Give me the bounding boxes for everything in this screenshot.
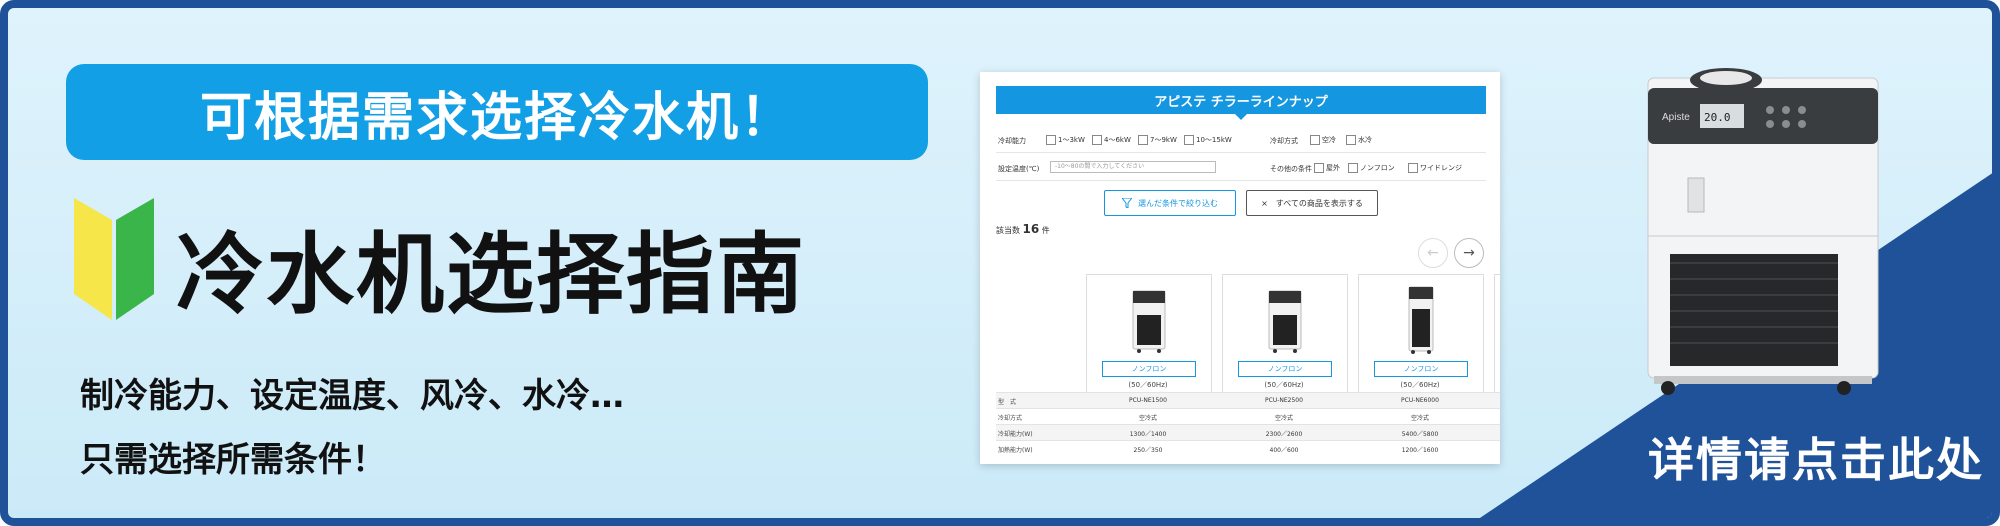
checkbox[interactable] xyxy=(1408,163,1418,173)
capacity-label: 冷却能力 xyxy=(998,137,1026,145)
filter-button-label: 選んだ条件で絞り込む xyxy=(1138,198,1218,208)
filter-icon xyxy=(1122,198,1132,208)
capacity-option[interactable]: 10～15kW xyxy=(1184,135,1232,145)
checkbox[interactable] xyxy=(1138,135,1148,145)
guide-title: 冷水机选择指南 xyxy=(176,223,807,326)
prev-arrow-icon[interactable]: ← xyxy=(1418,238,1448,268)
checkbox[interactable] xyxy=(1092,135,1102,145)
set-temp-input[interactable]: -10～80の間で入力してください xyxy=(1050,161,1216,173)
other-conditions-label: その他の条件 xyxy=(1270,165,1312,173)
spec-row-method: 冷却方式 空冷式 空冷式 空冷式 xyxy=(996,408,1500,425)
set-temp-label: 設定温度(℃) xyxy=(998,165,1040,173)
product-card[interactable]: ノンフロン xyxy=(1086,274,1212,396)
next-arrow-icon[interactable]: → xyxy=(1454,238,1484,268)
spec-row-capacity: 冷却能力(W) 1300／1400 2300／2600 5400／5800 xyxy=(996,424,1500,441)
headline-pill: 可根据需求选择冷水机！ xyxy=(66,64,928,160)
method-option[interactable]: 空冷 xyxy=(1310,135,1336,145)
beginner-mark-icon xyxy=(74,198,154,320)
result-count: 該当数 16 件 xyxy=(996,222,1050,236)
spec-row-heating: 加熱能力(W) 250／350 400／600 1200／1600 xyxy=(996,440,1500,457)
chiller-thumbnail xyxy=(1268,290,1302,353)
checkbox[interactable] xyxy=(1346,135,1356,145)
method-option[interactable]: 水冷 xyxy=(1346,135,1372,145)
other-option[interactable]: 屋外 xyxy=(1314,163,1340,173)
checkbox[interactable] xyxy=(1046,135,1056,145)
non-freon-tag: ノンフロン xyxy=(1102,361,1196,377)
show-all-button-label: すべての商品を表示する xyxy=(1275,198,1363,208)
show-all-button[interactable]: × すべての商品を表示する xyxy=(1246,190,1378,216)
checkbox[interactable] xyxy=(1314,163,1324,173)
filter-row-temperature: 設定温度(℃) -10～80の間で入力してください その他の条件 屋外 ノンフロ… xyxy=(996,156,1486,181)
other-option[interactable]: ノンフロン xyxy=(1348,163,1395,173)
frequency-label: (50／60Hz) xyxy=(1264,381,1304,389)
non-freon-tag: ノンフロン xyxy=(1238,361,1332,377)
filter-row-capacity: 冷却能力 1～3kW 4～6kW 7～9kW 10～15kW 冷却方式 空冷 水… xyxy=(996,128,1486,153)
chiller-lineup-screenshot: アピステ チラーラインナップ 冷却能力 1～3kW 4～6kW 7～9kW 10… xyxy=(980,72,1500,464)
checkbox[interactable] xyxy=(1348,163,1358,173)
details-link[interactable]: 详情请点击此处 xyxy=(1648,424,1984,490)
lineup-header: アピステ チラーラインナップ xyxy=(996,86,1486,120)
capacity-option[interactable]: 4～6kW xyxy=(1092,135,1131,145)
chiller-product-image: Apiste 20.0 xyxy=(1647,68,1879,395)
non-freon-tag: ノンフロン xyxy=(1374,361,1468,377)
product-card[interactable]: ノンフロン xyxy=(1358,274,1484,396)
brand-logo: Apiste xyxy=(1662,112,1690,123)
product-card[interactable]: ノンフロン xyxy=(1222,274,1348,396)
other-option[interactable]: ワイドレンジ xyxy=(1408,163,1462,173)
method-label: 冷却方式 xyxy=(1270,137,1298,145)
checkbox[interactable] xyxy=(1184,135,1194,145)
spec-row-model: 型 式 PCU-NE1500 PCU-NE2500 PCU-NE6000 xyxy=(996,392,1500,409)
chiller-thumbnail xyxy=(1132,290,1166,353)
checkbox[interactable] xyxy=(1310,135,1320,145)
capacity-option[interactable]: 1～3kW xyxy=(1046,135,1085,145)
headline-text: 可根据需求选择冷水机！ xyxy=(199,87,794,148)
frequency-label: (50／60Hz) xyxy=(1400,381,1440,389)
frequency-label: (50／60Hz) xyxy=(1128,381,1168,389)
temperature-display: 20.0 xyxy=(1704,111,1731,124)
capacity-option[interactable]: 7～9kW xyxy=(1138,135,1177,145)
close-icon: × xyxy=(1261,198,1268,208)
chiller-thumbnail xyxy=(1408,286,1434,354)
description-line-2: 只需选择所需条件！ xyxy=(80,440,386,480)
filter-button[interactable]: 選んだ条件で絞り込む xyxy=(1104,190,1236,216)
product-card-partial[interactable] xyxy=(1494,274,1500,396)
chiller-guide-banner[interactable]: 可根据需求选择冷水机！ 冷水机选择指南 制冷能力、设定温度、风冷、水冷… 只需选… xyxy=(0,0,2000,526)
description-line-1: 制冷能力、设定温度、风冷、水冷… xyxy=(80,376,624,416)
